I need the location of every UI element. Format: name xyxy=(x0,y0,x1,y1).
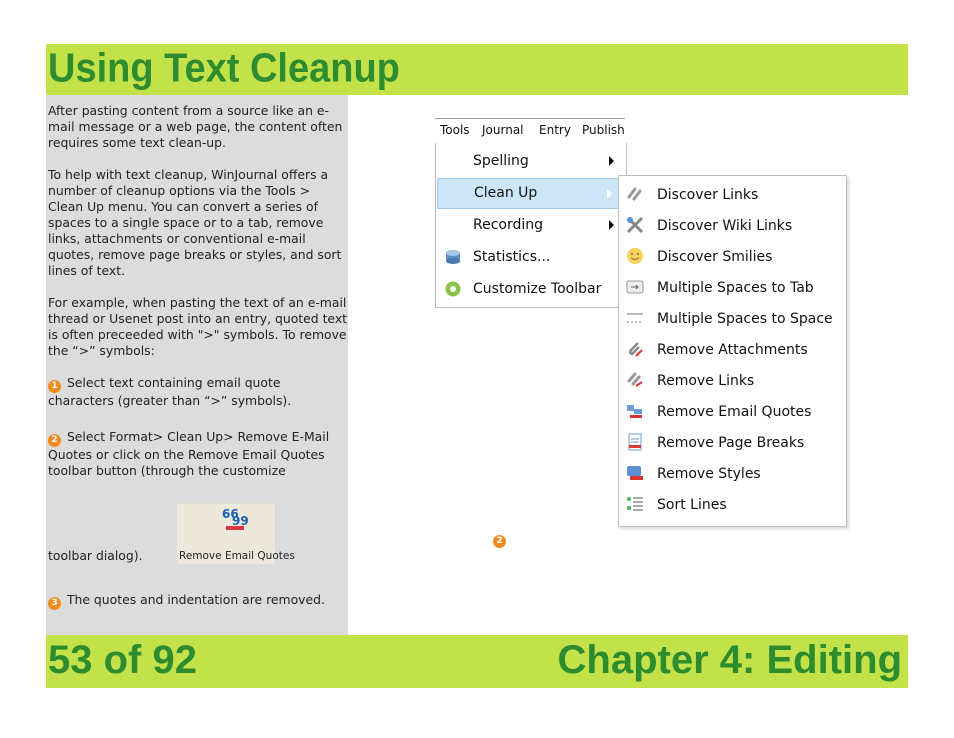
menu-item-multiple-spaces-to-space[interactable]: Multiple Spaces to Space xyxy=(619,303,846,334)
menu-item-spelling[interactable]: Spelling xyxy=(436,146,624,177)
menu-item-remove-attachments[interactable]: Remove Attachments xyxy=(619,334,846,365)
clean-up-submenu: Discover Links Discover Wiki Links Disco… xyxy=(618,175,847,527)
wiki-tools-icon xyxy=(626,216,644,234)
paragraph-3: For example, when pasting the text of an… xyxy=(48,295,348,358)
menu-item-clean-up[interactable]: Clean Up xyxy=(437,178,623,209)
paragraph-1: After pasting content from a source like… xyxy=(48,103,343,150)
submenu-arrow-icon xyxy=(609,220,614,230)
step-number-badge: 1 xyxy=(48,380,61,393)
gear-icon xyxy=(445,281,461,297)
link-icon xyxy=(627,187,642,201)
page-number: 53 of 92 xyxy=(48,638,197,682)
menu-item-multiple-spaces-to-tab[interactable]: Multiple Spaces to Tab xyxy=(619,272,846,303)
menu-item-sort-lines[interactable]: Sort Lines xyxy=(619,489,846,520)
menu-entry[interactable]: Entry xyxy=(539,123,571,137)
step-number-badge: 3 xyxy=(48,597,61,610)
menu-item-statistics[interactable]: Statistics... xyxy=(436,242,624,273)
quote-icon xyxy=(627,405,642,418)
menu-journal[interactable]: Journal xyxy=(482,123,524,137)
image-step-marker: 2 xyxy=(493,535,506,548)
sort-icon xyxy=(627,497,643,511)
svg-text:99: 99 xyxy=(232,514,249,528)
smiley-icon xyxy=(627,248,643,264)
quote-icon: 66 99 xyxy=(222,507,249,530)
step-3: 3 The quotes and indentation are removed… xyxy=(48,592,325,610)
paragraph-2: To help with text cleanup, WinJournal of… xyxy=(48,167,342,278)
submenu-arrow-icon xyxy=(607,189,612,199)
space-icon xyxy=(627,313,643,323)
paperclip-icon xyxy=(628,342,643,357)
menu-item-recording[interactable]: Recording xyxy=(436,210,624,241)
menu-item-remove-links[interactable]: Remove Links xyxy=(619,365,846,396)
menu-publish[interactable]: Publish xyxy=(582,123,625,137)
title-bar: Using Text Cleanup xyxy=(46,44,908,95)
body-text: After pasting content from a source like… xyxy=(48,103,348,499)
menubar: Tools Journal Entry Publish xyxy=(435,118,625,144)
step-text: Select Format> Clean Up> Remove E-Mail Q… xyxy=(48,429,330,478)
toolbar-button-label: Remove Email Quotes xyxy=(179,550,295,562)
step-2: 2 Select Format> Clean Up> Remove E-Mail… xyxy=(48,429,348,479)
menu-item-remove-email-quotes[interactable]: Remove Email Quotes xyxy=(619,396,846,427)
menu-item-customize-toolbar[interactable]: Customize Toolbar xyxy=(436,274,624,305)
remove-link-icon xyxy=(627,372,643,387)
page-title: Using Text Cleanup xyxy=(48,46,400,92)
menu-item-discover-links[interactable]: Discover Links xyxy=(619,179,846,210)
step-text: The quotes and indentation are removed. xyxy=(63,592,325,607)
database-icon xyxy=(446,250,460,264)
after-button-text: toolbar dialog). xyxy=(48,548,143,563)
styles-icon xyxy=(627,466,643,480)
step-1: 1 Select text containing email quote cha… xyxy=(48,375,348,409)
menu-item-remove-styles[interactable]: Remove Styles xyxy=(619,458,846,489)
page-break-icon xyxy=(628,433,642,451)
footer-bar: 53 of 92 Chapter 4: Editing xyxy=(46,635,908,688)
menu-item-discover-wiki-links[interactable]: Discover Wiki Links xyxy=(619,210,846,241)
chapter-title: Chapter 4: Editing xyxy=(557,638,902,682)
step-text: Select text containing email quote chara… xyxy=(48,375,292,408)
step-number-badge: 2 xyxy=(48,434,61,447)
menu-tools[interactable]: Tools xyxy=(440,123,470,137)
tab-icon xyxy=(626,280,644,294)
menu-item-remove-page-breaks[interactable]: Remove Page Breaks xyxy=(619,427,846,458)
tools-menu: Spelling Clean Up Recording Statistics..… xyxy=(435,143,627,308)
menu-item-discover-smilies[interactable]: Discover Smilies xyxy=(619,241,846,272)
submenu-arrow-icon xyxy=(609,156,614,166)
